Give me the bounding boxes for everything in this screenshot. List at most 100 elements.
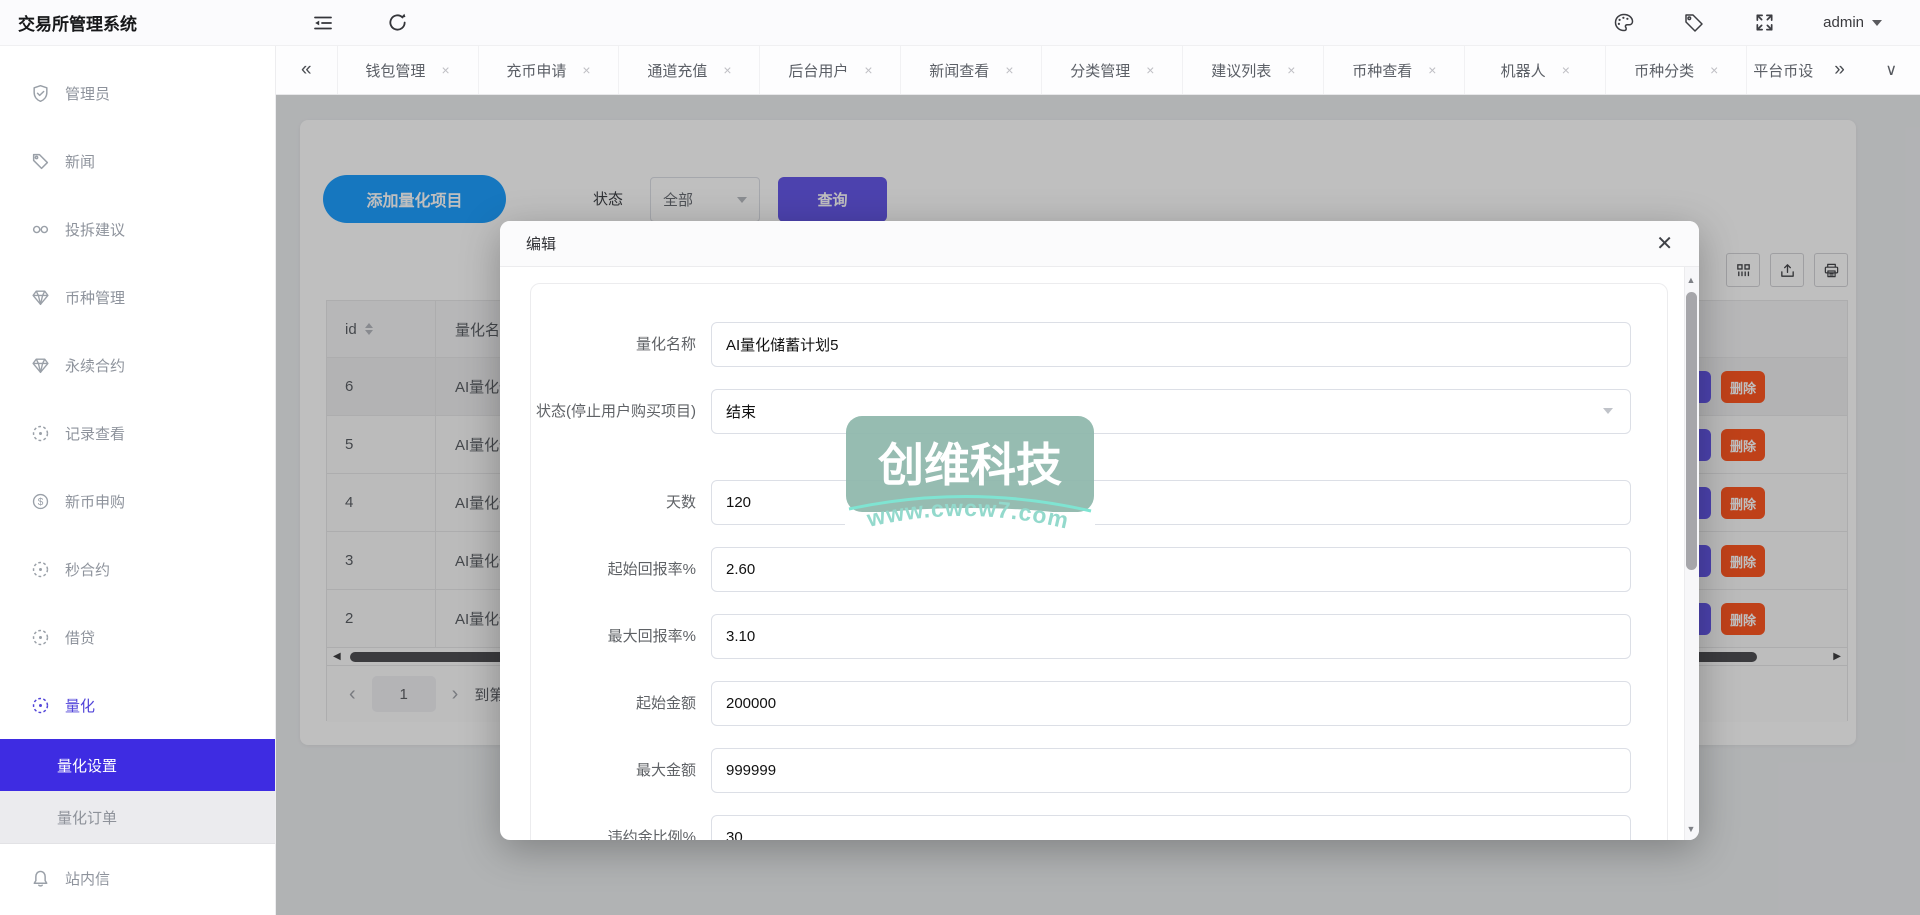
dashed-clock-icon	[30, 627, 50, 647]
tab-close-icon[interactable]: ×	[1005, 62, 1013, 78]
form-row: 状态(停止用户购买项目)	[531, 389, 1667, 434]
svg-text:$: $	[37, 497, 43, 508]
field-label: 量化名称	[531, 322, 696, 367]
sidebar-item-records[interactable]: 记录查看	[0, 399, 275, 467]
sidebar-item-label: 秒合约	[65, 559, 110, 580]
sidebar-item-coin-management[interactable]: 币种管理	[0, 263, 275, 331]
scroll-up-icon[interactable]: ▲	[1685, 275, 1697, 285]
tab-close-icon[interactable]: ×	[1287, 62, 1295, 78]
tab-close-icon[interactable]: ×	[1146, 62, 1154, 78]
field-label: 天数	[531, 480, 696, 525]
start-rate-input[interactable]	[711, 547, 1631, 592]
tag-icon[interactable]	[1683, 12, 1705, 34]
sidebar-item-messages[interactable]: 站内信	[0, 844, 275, 912]
form-row: 违约金比例%	[531, 815, 1667, 840]
sidebar-item-label: 管理员	[65, 83, 110, 104]
field-label: 起始金额	[531, 681, 696, 726]
user-caret-icon	[1872, 20, 1882, 26]
tab-close-icon[interactable]: ×	[723, 62, 731, 78]
tab-robot[interactable]: 机器人×	[1465, 46, 1606, 94]
modal-title: 编辑	[526, 233, 556, 254]
tab-close-icon[interactable]: ×	[1428, 62, 1436, 78]
exchange-admin-app: 交易所管理系统	[0, 0, 1920, 915]
modal-scrollbar-thumb[interactable]	[1686, 292, 1697, 570]
top-header: 交易所管理系统	[0, 0, 1920, 46]
tab-category[interactable]: 分类管理×	[1042, 46, 1183, 94]
sidebar-item-new-coin[interactable]: $ 新币申购	[0, 467, 275, 535]
form-row: 最大回报率%	[531, 614, 1667, 659]
sidebar-item-quant[interactable]: 量化	[0, 671, 275, 739]
tab-coin-view[interactable]: 币种查看×	[1324, 46, 1465, 94]
gem-icon	[30, 355, 50, 375]
tab-admin-users[interactable]: 后台用户×	[760, 46, 901, 94]
tab-wallet[interactable]: 钱包管理×	[338, 46, 479, 94]
dashed-clock-icon	[30, 695, 50, 715]
quant-name-field	[711, 322, 1631, 367]
modal-close-icon[interactable]: ✕	[1656, 234, 1673, 254]
max-amount-field	[711, 748, 1631, 793]
form-row: 量化名称	[531, 322, 1667, 367]
user-name: admin	[1823, 14, 1864, 31]
quant-name-input[interactable]	[711, 322, 1631, 367]
tab-suggestions[interactable]: 建议列表×	[1183, 46, 1324, 94]
status-select[interactable]	[711, 389, 1631, 434]
max-rate-field	[711, 614, 1631, 659]
tab-close-icon[interactable]: ×	[582, 62, 590, 78]
sidebar-item-label: 永续合约	[65, 355, 125, 376]
sidebar-item-label: 量化	[65, 695, 95, 716]
tabs-scroll-left-button[interactable]: «	[276, 46, 338, 94]
sidebar-item-label: 投拆建议	[65, 219, 125, 240]
days-input[interactable]	[711, 480, 1631, 525]
field-label: 最大回报率%	[531, 614, 696, 659]
start-rate-field	[711, 547, 1631, 592]
start-amount-input[interactable]	[711, 681, 1631, 726]
start-amount-field	[711, 681, 1631, 726]
tab-deposit-request[interactable]: 充币申请×	[479, 46, 620, 94]
sidebar-item-label: 新币申购	[65, 491, 125, 512]
select-caret-icon	[1603, 408, 1613, 414]
refresh-icon[interactable]	[386, 12, 408, 34]
max-rate-input[interactable]	[711, 614, 1631, 659]
sidebar-item-label: 借贷	[65, 627, 95, 648]
sidebar-item-second-contract[interactable]: 秒合约	[0, 535, 275, 603]
gem-icon	[30, 287, 50, 307]
max-amount-input[interactable]	[711, 748, 1631, 793]
user-menu[interactable]: admin	[1823, 14, 1882, 31]
tab-news-view[interactable]: 新闻查看×	[901, 46, 1042, 94]
header-actions: admin	[1613, 12, 1920, 34]
theme-palette-icon[interactable]	[1613, 12, 1635, 34]
sidebar: 管理员 新闻 投拆建议 币种管理	[0, 46, 276, 915]
bell-icon	[30, 868, 50, 888]
collapse-sidebar-icon[interactable]	[312, 12, 334, 34]
sidebar-item-admin[interactable]: 管理员	[0, 59, 275, 127]
tab-coin-category[interactable]: 币种分类×	[1606, 46, 1747, 94]
sidebar-item-suggestions[interactable]: 投拆建议	[0, 195, 275, 263]
tab-close-icon[interactable]: ×	[864, 62, 872, 78]
app-title: 交易所管理系统	[0, 10, 276, 35]
days-field	[711, 480, 1631, 525]
tab-close-icon[interactable]: ×	[1710, 62, 1718, 78]
tab-channel-deposit[interactable]: 通道充值×	[619, 46, 760, 94]
tab-close-icon[interactable]: ×	[1562, 62, 1570, 78]
penalty-rate-field	[711, 815, 1631, 840]
sidebar-item-perpetual[interactable]: 永续合约	[0, 331, 275, 399]
sidebar-subitem-quant-orders[interactable]: 量化订单	[0, 791, 275, 843]
tabs-dropdown-button[interactable]: ∨	[1862, 46, 1920, 94]
sidebar-item-news[interactable]: 新闻	[0, 127, 275, 195]
sidebar-subitem-quant-settings[interactable]: 量化设置	[0, 739, 275, 791]
fullscreen-icon[interactable]	[1753, 12, 1775, 34]
scroll-down-icon[interactable]: ▼	[1685, 824, 1697, 834]
penalty-rate-input[interactable]	[711, 815, 1631, 840]
sidebar-item-label: 记录查看	[65, 423, 125, 444]
edit-form: 量化名称 状态(停止用户购买项目) 天数	[530, 283, 1668, 840]
sidebar-item-label: 站内信	[65, 868, 110, 889]
sidebar-item-label: 新闻	[65, 151, 95, 172]
tab-platform-coin[interactable]: 平台币设	[1747, 46, 1817, 94]
tab-close-icon[interactable]: ×	[441, 62, 449, 78]
dollar-circle-icon: $	[30, 491, 50, 511]
sidebar-item-lending[interactable]: 借贷	[0, 603, 275, 671]
tabs-scroll-right-button[interactable]: »	[1817, 46, 1863, 94]
form-row: 起始金额	[531, 681, 1667, 726]
form-row: 最大金额	[531, 748, 1667, 793]
edit-modal: 编辑 ✕ 量化名称 状态(停止用户购买项目)	[500, 221, 1699, 840]
